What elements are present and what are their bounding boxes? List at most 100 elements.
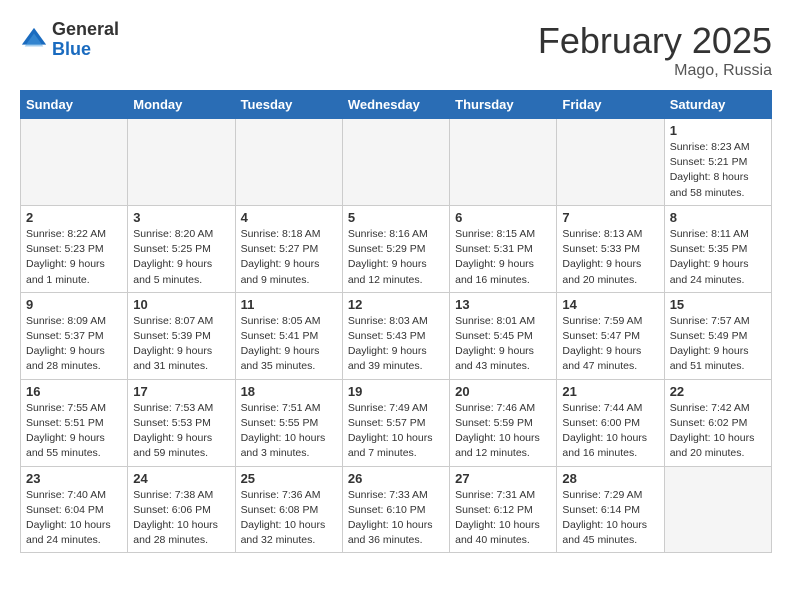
week-row-2: 2Sunrise: 8:22 AM Sunset: 5:23 PM Daylig… [21,205,772,292]
day-number: 6 [455,210,551,225]
day-info: Sunrise: 7:33 AM Sunset: 6:10 PM Dayligh… [348,488,444,549]
day-cell: 10 Sunrise: 8:07 AM Sunset: 5:39 PM Dayli… [128,292,235,379]
day-cell: 13 Sunrise: 8:01 AM Sunset: 5:45 PM Dayli… [450,292,557,379]
day-number: 16 [26,384,122,399]
day-number: 1 [670,123,766,138]
day-info: Sunrise: 7:46 AM Sunset: 5:59 PM Dayligh… [455,401,551,462]
day-info: Sunrise: 8:16 AM Sunset: 5:29 PM Dayligh… [348,227,444,288]
day-cell: 3 Sunrise: 8:20 AM Sunset: 5:25 PM Daylig… [128,205,235,292]
day-cell [128,119,235,206]
day-number: 10 [133,297,229,312]
day-cell: 20 Sunrise: 7:46 AM Sunset: 5:59 PM Dayli… [450,379,557,466]
day-cell: 22 Sunrise: 7:42 AM Sunset: 6:02 PM Dayli… [664,379,771,466]
day-cell: 16 Sunrise: 7:55 AM Sunset: 5:51 PM Dayli… [21,379,128,466]
day-info: Sunrise: 7:42 AM Sunset: 6:02 PM Dayligh… [670,401,766,462]
day-number: 28 [562,471,658,486]
day-number: 25 [241,471,337,486]
day-cell: 2Sunrise: 8:22 AM Sunset: 5:23 PM Daylig… [21,205,128,292]
day-cell: 24 Sunrise: 7:38 AM Sunset: 6:06 PM Dayli… [128,466,235,553]
day-info: Sunrise: 8:20 AM Sunset: 5:25 PM Dayligh… [133,227,229,288]
day-cell: 1Sunrise: 8:23 AM Sunset: 5:21 PM Daylig… [664,119,771,206]
day-info: Sunrise: 7:51 AM Sunset: 5:55 PM Dayligh… [241,401,337,462]
day-info: Sunrise: 7:55 AM Sunset: 5:51 PM Dayligh… [26,401,122,462]
weekday-header-saturday: Saturday [664,91,771,119]
day-number: 11 [241,297,337,312]
logo-general: General [52,20,119,40]
weekday-header-thursday: Thursday [450,91,557,119]
day-info: Sunrise: 8:03 AM Sunset: 5:43 PM Dayligh… [348,314,444,375]
weekday-header-tuesday: Tuesday [235,91,342,119]
day-cell: 21 Sunrise: 7:44 AM Sunset: 6:00 PM Dayli… [557,379,664,466]
day-number: 27 [455,471,551,486]
weekday-header-monday: Monday [128,91,235,119]
day-cell: 9 Sunrise: 8:09 AM Sunset: 5:37 PM Daylig… [21,292,128,379]
day-info: Sunrise: 7:59 AM Sunset: 5:47 PM Dayligh… [562,314,658,375]
day-info: Sunrise: 7:31 AM Sunset: 6:12 PM Dayligh… [455,488,551,549]
week-row-5: 23 Sunrise: 7:40 AM Sunset: 6:04 PM Dayli… [21,466,772,553]
day-number: 21 [562,384,658,399]
day-cell: 25Sunrise: 7:36 AM Sunset: 6:08 PM Dayli… [235,466,342,553]
weekday-header-wednesday: Wednesday [342,91,449,119]
calendar-table: SundayMondayTuesdayWednesdayThursdayFrid… [20,90,772,553]
day-info: Sunrise: 8:01 AM Sunset: 5:45 PM Dayligh… [455,314,551,375]
day-cell: 8 Sunrise: 8:11 AM Sunset: 5:35 PM Daylig… [664,205,771,292]
day-cell [557,119,664,206]
day-cell: 19Sunrise: 7:49 AM Sunset: 5:57 PM Dayli… [342,379,449,466]
logo-icon [20,26,48,54]
day-number: 7 [562,210,658,225]
day-cell: 23 Sunrise: 7:40 AM Sunset: 6:04 PM Dayli… [21,466,128,553]
day-cell: 4 Sunrise: 8:18 AM Sunset: 5:27 PM Daylig… [235,205,342,292]
day-info: Sunrise: 7:29 AM Sunset: 6:14 PM Dayligh… [562,488,658,549]
day-cell [21,119,128,206]
day-number: 5 [348,210,444,225]
day-number: 13 [455,297,551,312]
day-number: 22 [670,384,766,399]
day-cell: 12 Sunrise: 8:03 AM Sunset: 5:43 PM Dayli… [342,292,449,379]
day-info: Sunrise: 7:44 AM Sunset: 6:00 PM Dayligh… [562,401,658,462]
day-number: 24 [133,471,229,486]
day-info: Sunrise: 7:57 AM Sunset: 5:49 PM Dayligh… [670,314,766,375]
day-number: 12 [348,297,444,312]
weekday-header-row: SundayMondayTuesdayWednesdayThursdayFrid… [21,91,772,119]
day-info: Sunrise: 8:11 AM Sunset: 5:35 PM Dayligh… [670,227,766,288]
day-info: Sunrise: 7:38 AM Sunset: 6:06 PM Dayligh… [133,488,229,549]
day-cell: 18 Sunrise: 7:51 AM Sunset: 5:55 PM Dayli… [235,379,342,466]
day-number: 4 [241,210,337,225]
day-cell: 27 Sunrise: 7:31 AM Sunset: 6:12 PM Dayli… [450,466,557,553]
day-number: 9 [26,297,122,312]
logo-blue: Blue [52,40,119,60]
day-info: Sunrise: 8:15 AM Sunset: 5:31 PM Dayligh… [455,227,551,288]
weekday-header-sunday: Sunday [21,91,128,119]
day-cell: 11 Sunrise: 8:05 AM Sunset: 5:41 PM Dayli… [235,292,342,379]
day-cell [664,466,771,553]
day-number: 3 [133,210,229,225]
day-cell [450,119,557,206]
day-info: Sunrise: 8:09 AM Sunset: 5:37 PM Dayligh… [26,314,122,375]
day-cell: 15Sunrise: 7:57 AM Sunset: 5:49 PM Dayli… [664,292,771,379]
day-cell: 28 Sunrise: 7:29 AM Sunset: 6:14 PM Dayli… [557,466,664,553]
day-cell [235,119,342,206]
day-cell [342,119,449,206]
day-cell: 26Sunrise: 7:33 AM Sunset: 6:10 PM Dayli… [342,466,449,553]
title-block: February 2025 Mago, Russia [538,20,772,80]
day-cell: 5 Sunrise: 8:16 AM Sunset: 5:29 PM Daylig… [342,205,449,292]
day-number: 23 [26,471,122,486]
location: Mago, Russia [538,62,772,80]
day-number: 2 [26,210,122,225]
day-info: Sunrise: 7:40 AM Sunset: 6:04 PM Dayligh… [26,488,122,549]
day-info: Sunrise: 8:07 AM Sunset: 5:39 PM Dayligh… [133,314,229,375]
day-info: Sunrise: 8:18 AM Sunset: 5:27 PM Dayligh… [241,227,337,288]
day-number: 18 [241,384,337,399]
day-cell: 17 Sunrise: 7:53 AM Sunset: 5:53 PM Dayli… [128,379,235,466]
month-title: February 2025 [538,20,772,62]
logo: General Blue [20,20,119,60]
day-info: Sunrise: 7:53 AM Sunset: 5:53 PM Dayligh… [133,401,229,462]
day-number: 8 [670,210,766,225]
day-number: 17 [133,384,229,399]
day-info: Sunrise: 8:05 AM Sunset: 5:41 PM Dayligh… [241,314,337,375]
page-header: General Blue February 2025 Mago, Russia [20,20,772,80]
day-number: 20 [455,384,551,399]
week-row-3: 9 Sunrise: 8:09 AM Sunset: 5:37 PM Daylig… [21,292,772,379]
weekday-header-friday: Friday [557,91,664,119]
day-number: 14 [562,297,658,312]
